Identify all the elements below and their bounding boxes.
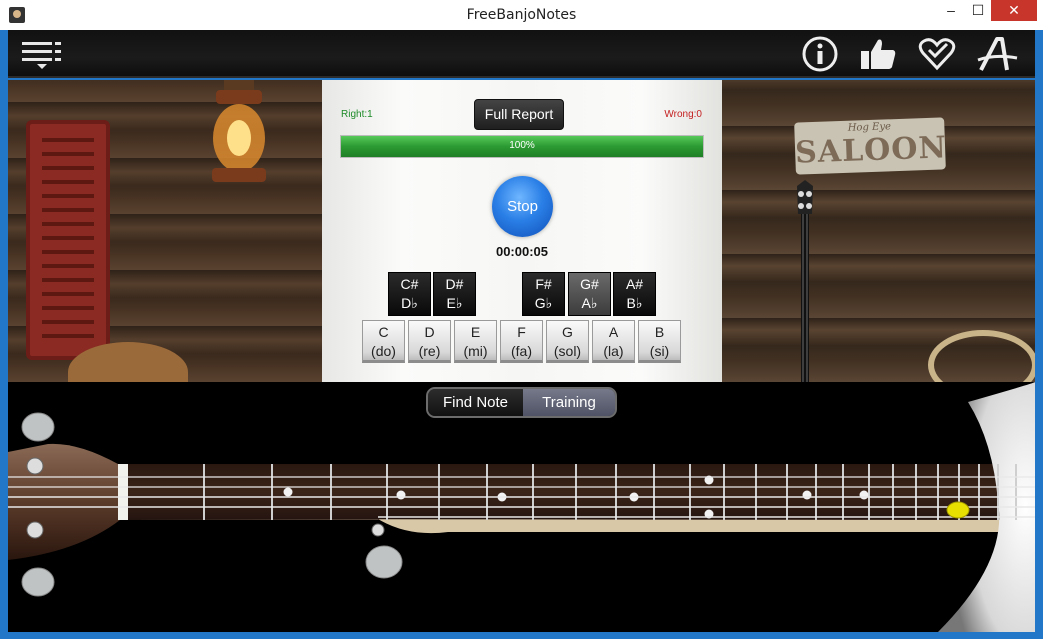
fret-10 (653, 464, 655, 520)
key-label-top: B (654, 324, 665, 340)
key-label-bottom: D♭ (401, 295, 418, 311)
mode-tabs: Find Note Training (426, 387, 617, 418)
banjo-neck[interactable] (8, 382, 1035, 632)
key-label-top: E (470, 324, 481, 340)
saloon-sign: Hog Eye SALOON (794, 117, 948, 175)
timer: 00:00:05 (495, 244, 549, 259)
key-label-bottom: E♭ (446, 295, 463, 311)
fret-19 (915, 464, 917, 520)
stop-button[interactable]: Stop (492, 176, 553, 237)
key-label-top: A# (625, 276, 644, 292)
inlay-dot (859, 490, 869, 500)
close-button[interactable]: ✕ (991, 0, 1037, 21)
banjo-neck-area (8, 382, 1035, 632)
fret-6 (486, 464, 488, 520)
key-label-top: D# (445, 276, 464, 292)
key-label-top: F (517, 324, 526, 340)
fret-5 (438, 464, 440, 520)
toolbar (8, 30, 1035, 78)
fret-18 (892, 464, 894, 520)
quiz-panel: Right:1 Full Report Wrong:0 100% Stop 00… (322, 80, 722, 382)
key-label-bottom: (la) (603, 343, 624, 359)
key-g[interactable]: G (sol) (546, 320, 589, 363)
key-label-bottom: (sol) (553, 343, 582, 359)
fret-8 (575, 464, 577, 520)
thumbs-up-icon[interactable] (858, 36, 898, 72)
fret-17 (868, 464, 870, 520)
key-label-top: F# (535, 276, 552, 292)
fret-15 (815, 464, 817, 520)
key-label-bottom: B♭ (626, 295, 643, 311)
maximize-button[interactable]: ☐ (965, 0, 991, 21)
tab-training[interactable]: Training (523, 389, 615, 416)
right-count: Right:1 (341, 109, 373, 120)
key-g-sharp[interactable]: G# A♭ (568, 272, 611, 316)
fret-24 (1015, 464, 1017, 520)
key-c[interactable]: C (do) (362, 320, 405, 363)
key-d[interactable]: D (re) (408, 320, 451, 363)
key-label-bottom: G♭ (534, 295, 553, 311)
progress-bar: 100% (340, 135, 704, 158)
saloon-scene: Hog Eye SALOON Right:1 Full Report Wrong… (8, 80, 1035, 382)
fret-16 (842, 464, 844, 520)
fret-20 (937, 464, 939, 520)
info-icon[interactable] (800, 36, 840, 72)
key-label-bottom: (si) (649, 343, 670, 359)
key-a[interactable]: A (la) (592, 320, 635, 363)
window-title: FreeBanjoNotes (466, 7, 577, 23)
title-bar: FreeBanjoNotes – ☐ ✕ (0, 0, 1043, 30)
fret-23 (997, 464, 999, 520)
inlay-dot (396, 490, 406, 500)
heart-icon[interactable] (917, 36, 957, 72)
saloon-sign-text: SALOON (794, 130, 948, 171)
minimize-button[interactable]: – (937, 0, 965, 21)
window-shutter (26, 120, 110, 360)
font-icon[interactable] (975, 36, 1019, 72)
key-e[interactable]: E (mi) (454, 320, 497, 363)
fret-14 (786, 464, 788, 520)
fret-3 (330, 464, 332, 520)
banjo-icon (790, 180, 820, 382)
key-label-bottom: (mi) (463, 343, 488, 359)
fret-4 (386, 464, 388, 520)
fret-11 (689, 464, 691, 520)
key-label-bottom: A♭ (581, 295, 598, 311)
key-b[interactable]: B (si) (638, 320, 681, 363)
progress-text: 100% (509, 140, 535, 151)
app-window: FreeBanjoNotes – ☐ ✕ Hog Eye SALOON Righ… (0, 0, 1043, 639)
fret-13 (755, 464, 757, 520)
fret-7 (532, 464, 534, 520)
key-label-top: A (608, 324, 619, 340)
key-label-top: G# (580, 276, 599, 292)
key-label-bottom: (do) (371, 343, 396, 359)
fret-9 (615, 464, 617, 520)
key-a-sharp[interactable]: A# B♭ (613, 272, 656, 316)
key-d-sharp[interactable]: D# E♭ (433, 272, 476, 316)
tab-find-note[interactable]: Find Note (428, 389, 523, 416)
key-label-bottom: (re) (418, 343, 441, 359)
key-f[interactable]: F (fa) (500, 320, 543, 363)
fret-22 (978, 464, 980, 520)
key-label-top: C# (400, 276, 419, 292)
full-report-button[interactable]: Full Report (474, 99, 564, 130)
key-label-top: G (562, 324, 573, 340)
wrong-count: Wrong:0 (664, 109, 702, 120)
note-marker (946, 501, 970, 519)
key-label-top: D (424, 324, 435, 340)
fret-1 (203, 464, 205, 520)
menu-icon[interactable] (22, 36, 62, 72)
inlay-dot (802, 490, 812, 500)
fret-2 (271, 464, 273, 520)
key-label-top: C (378, 324, 389, 340)
key-label-bottom: (fa) (511, 343, 532, 359)
key-c-sharp[interactable]: C# D♭ (388, 272, 431, 316)
key-f-sharp[interactable]: F# G♭ (522, 272, 565, 316)
lantern-icon (194, 80, 284, 190)
inlay-dot (283, 487, 293, 497)
fret-12 (723, 464, 725, 520)
